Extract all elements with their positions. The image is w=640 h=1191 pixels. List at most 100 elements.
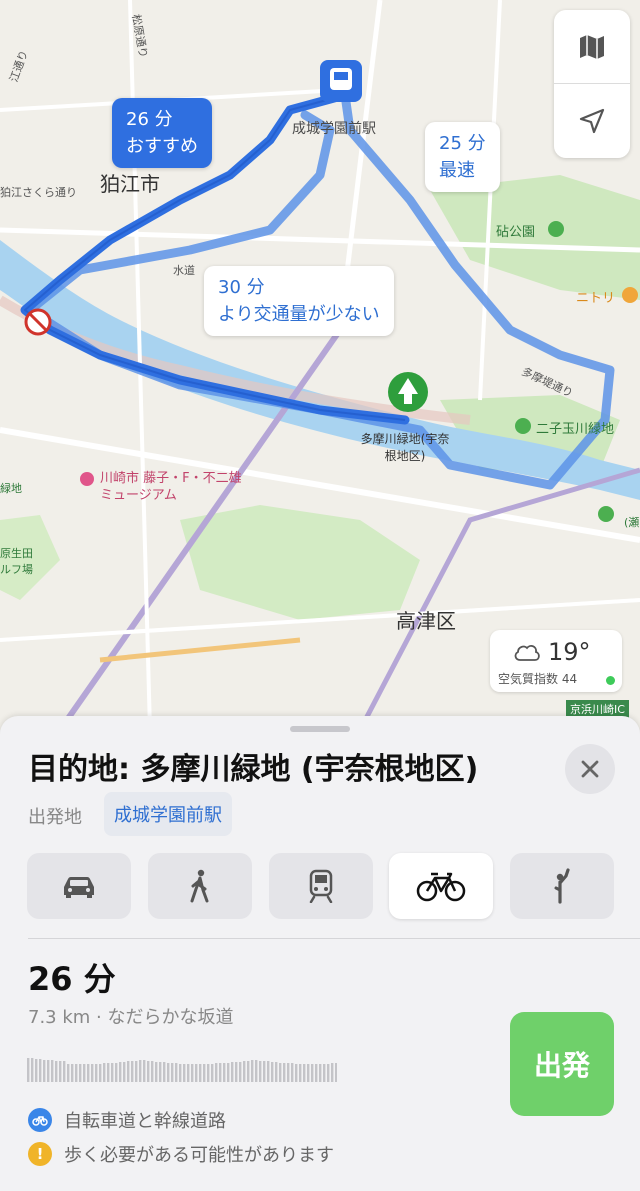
elevation-bar [267, 1061, 270, 1082]
bicycle-icon [416, 872, 466, 902]
elevation-bar [319, 1064, 322, 1082]
elevation-bar [327, 1064, 330, 1082]
elevation-bar [51, 1060, 54, 1082]
elevation-bar [243, 1061, 246, 1082]
elevation-bar [287, 1063, 290, 1082]
mode-walk-button[interactable] [148, 853, 252, 919]
elevation-bar [147, 1061, 150, 1082]
road-suido: 水道 [173, 264, 195, 277]
route-callout-recommended[interactable]: 26 分 おすすめ [112, 98, 212, 168]
elevation-bar [311, 1064, 314, 1082]
elevation-bar [143, 1060, 146, 1082]
place-seta: (瀬 [624, 516, 640, 529]
map-icon [580, 34, 604, 59]
place-museum: 川崎市 藤子・F・不二雄ミュージアム [100, 471, 242, 503]
elevation-bar [79, 1064, 82, 1082]
elevation-bar [103, 1063, 106, 1082]
elevation-bar [207, 1064, 210, 1082]
elevation-bar [275, 1062, 278, 1082]
transport-modes [27, 853, 615, 919]
elevation-bar [271, 1062, 274, 1082]
elevation-bar [87, 1064, 90, 1082]
location-arrow-icon [579, 108, 605, 134]
route-details: 7.3 km · なだらかな坂道 [28, 1007, 234, 1028]
mode-car-button[interactable] [27, 853, 131, 919]
elevation-bar [203, 1064, 206, 1082]
elevation-bar [187, 1064, 190, 1082]
elevation-bar [291, 1063, 294, 1082]
elevation-bar [223, 1063, 226, 1082]
elevation-bar [247, 1061, 250, 1082]
place-tamagawa: 多摩川緑地(宇奈根地区) [360, 432, 450, 463]
route-note-text: 歩く必要がある可能性があります [64, 1145, 334, 1166]
mode-cycle-button[interactable] [389, 853, 493, 919]
elevation-bar [55, 1061, 58, 1082]
elevation-bar [219, 1063, 222, 1082]
elevation-bar [155, 1062, 158, 1082]
elevation-bar [63, 1061, 66, 1082]
aqi-status-dot [606, 676, 615, 685]
elevation-bar [303, 1064, 306, 1082]
route-callout-less-traffic[interactable]: 30 分 より交通量が少ない [204, 266, 394, 336]
map-view[interactable]: 狛江市 成城学園前駅 砧公園 ニトリ 二子玉川緑地 多摩川緑地(宇奈根地区) 川… [0, 0, 640, 730]
elevation-bar [183, 1064, 186, 1082]
elevation-bar [163, 1062, 166, 1082]
elevation-bar [91, 1064, 94, 1082]
elevation-bar [215, 1063, 218, 1082]
route-callout-time: 30 分 [218, 277, 265, 298]
elevation-bar [251, 1060, 254, 1082]
road-sakura: 狛江さくら通り [0, 186, 77, 199]
elevation-bar [259, 1061, 262, 1082]
place-station: 成城学園前駅 [292, 121, 376, 137]
elevation-bar [107, 1063, 110, 1082]
elevation-bar [119, 1062, 122, 1082]
origin-field[interactable]: 成城学園前駅 [104, 792, 232, 836]
elevation-bar [99, 1064, 102, 1082]
elevation-bar [199, 1064, 202, 1082]
train-icon [309, 869, 333, 903]
elevation-bar [83, 1064, 86, 1082]
weather-temp-row: 19° [512, 638, 591, 666]
map-controls [554, 10, 630, 158]
elevation-bar [335, 1063, 337, 1082]
elevation-bar [43, 1060, 46, 1082]
bicycle-icon [28, 1108, 52, 1132]
weather-widget[interactable]: 19° 空気質指数 44 [490, 630, 622, 692]
elevation-bar [191, 1064, 194, 1082]
elevation-profile [27, 1058, 337, 1082]
route-callout-time: 26 分 [126, 109, 173, 130]
air-quality-index: 空気質指数 44 [498, 672, 578, 686]
go-button[interactable]: 出発 [510, 1012, 614, 1116]
route-note-bike-lanes: 自転車道と幹線道路 [28, 1107, 226, 1133]
elevation-bar [59, 1061, 62, 1082]
route-callout-fastest[interactable]: 25 分 最速 [425, 122, 500, 192]
elevation-bar [123, 1062, 126, 1082]
elevation-bar [279, 1063, 282, 1082]
elevation-bar [295, 1064, 298, 1082]
close-button[interactable] [565, 744, 615, 794]
elevation-bar [71, 1064, 74, 1082]
route-note-walking: ! 歩く必要がある可能性があります [28, 1141, 334, 1167]
elevation-bar [95, 1064, 98, 1082]
elevation-bar [127, 1061, 130, 1082]
place-nitori: ニトリ [576, 291, 616, 306]
location-button[interactable] [554, 84, 630, 158]
sheet-grabber[interactable] [290, 726, 350, 732]
place-golf: 原生田 ルフ場 [0, 547, 33, 576]
elevation-bar [179, 1064, 182, 1082]
cloud-icon [514, 645, 540, 661]
route-duration: 26 分 [28, 960, 116, 998]
mode-rideshare-button[interactable] [510, 853, 614, 919]
elevation-bar [195, 1064, 198, 1082]
map-mode-button[interactable] [554, 10, 630, 84]
mode-transit-button[interactable] [269, 853, 373, 919]
elevation-bar [307, 1064, 310, 1082]
elevation-bar [231, 1062, 234, 1082]
elevation-bar [31, 1058, 34, 1082]
place-takatsu: 高津区 [396, 609, 456, 633]
map-canvas [0, 0, 640, 730]
route-callout-tag: おすすめ [126, 136, 198, 157]
elevation-bar [263, 1061, 266, 1082]
elevation-bar [111, 1063, 114, 1082]
route-callout-tag: 最速 [439, 160, 475, 181]
